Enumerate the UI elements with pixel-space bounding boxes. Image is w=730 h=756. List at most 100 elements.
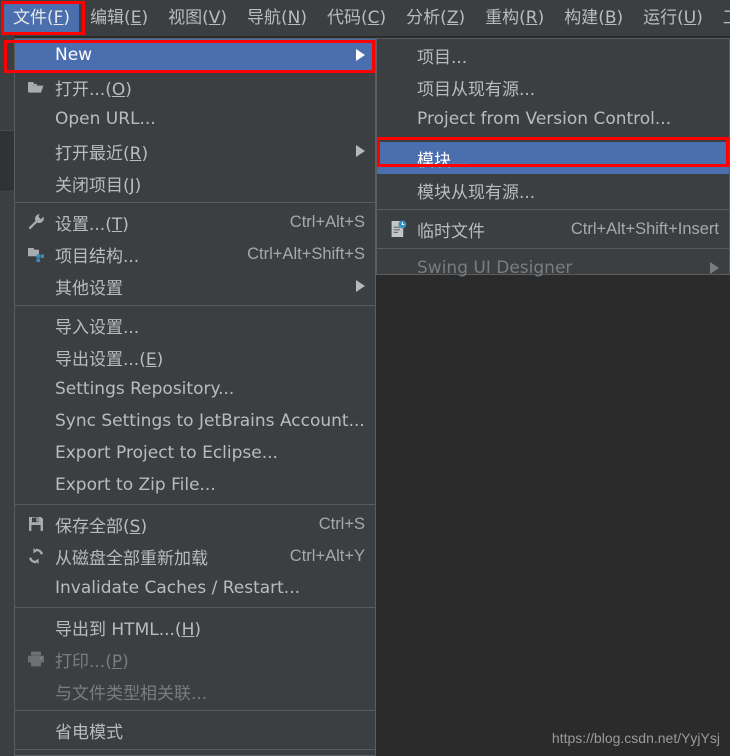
submenu-arrow-icon [356, 145, 365, 157]
menu-separator [15, 305, 375, 306]
menubar-item-4[interactable]: 代码(C) [318, 3, 395, 33]
no-icon [23, 616, 49, 638]
new-submenu-item-7[interactable]: 临时文件 Ctrl+Alt+Shift+Insert [377, 213, 729, 245]
new-submenu-item-1[interactable]: 项目从现有源... [377, 71, 729, 103]
file-menu-item-3[interactable]: 打开最近(R) [15, 135, 375, 167]
no-icon [385, 147, 411, 169]
menu-item-label: Invalidate Caches / Restart... [55, 578, 301, 598]
menu-item-label: New [55, 45, 93, 65]
file-menu-item-1[interactable]: 打开...(O) [15, 71, 375, 103]
menu-item-label: 设置...(T) [55, 214, 129, 235]
menubar-item-label: 视图(V) [168, 8, 228, 28]
menubar-item-label: 导航(N) [247, 8, 308, 28]
menubar-item-label: 分析(Z) [406, 8, 466, 28]
menu-item-label: 省电模式 [55, 722, 123, 743]
menu-item-label: Export to Zip File... [55, 475, 216, 495]
menu-item-shortcut: Ctrl+Alt+S [289, 212, 365, 231]
menu-item-label: 与文件类型相关联... [55, 683, 208, 704]
printer-icon [23, 648, 49, 670]
file-menu-item-6[interactable]: 设置...(T) Ctrl+Alt+S [15, 206, 375, 238]
no-icon [385, 257, 411, 279]
menubar-item-0[interactable]: 文件(F) [4, 3, 80, 33]
file-menu-item-22: 打印...(P) [15, 643, 375, 675]
toolwindow-tab-project[interactable] [0, 130, 14, 190]
menu-item-label: 模块... [417, 150, 468, 171]
file-menu-item-18[interactable]: 从磁盘全部重新加载 Ctrl+Alt+Y [15, 540, 375, 572]
menubar-item-label: 文件(F) [13, 8, 71, 28]
file-menu-item-13[interactable]: Sync Settings to JetBrains Account... [15, 405, 375, 437]
menu-item-label: 从磁盘全部重新加载 [55, 548, 208, 569]
menu-item-label: 临时文件 [417, 221, 485, 242]
submenu-arrow-icon [710, 262, 719, 274]
file-menu-item-25[interactable]: 省电模式 [15, 714, 375, 746]
file-menu-item-10[interactable]: 导入设置... [15, 309, 375, 341]
file-menu-item-21[interactable]: 导出到 HTML...(H) [15, 611, 375, 643]
menu-item-label: 导出设置...(E) [55, 349, 164, 370]
menu-separator [15, 607, 375, 608]
no-icon [385, 76, 411, 98]
menu-item-label: 其他设置 [55, 278, 123, 299]
menu-separator [15, 202, 375, 203]
menu-item-shortcut: Ctrl+Alt+Shift+Insert [570, 219, 719, 238]
no-icon [23, 108, 49, 130]
menu-item-label: Open URL... [55, 109, 156, 129]
new-submenu-item-9: Swing UI Designer [377, 252, 729, 284]
menu-separator [15, 749, 375, 750]
file-menu-item-17[interactable]: 保存全部(S) Ctrl+S [15, 508, 375, 540]
menu-item-label: 关闭项目(J) [55, 175, 142, 196]
no-icon [385, 108, 411, 130]
menubar-item-3[interactable]: 导航(N) [238, 3, 316, 33]
menu-item-label: Project from Version Control... [417, 109, 672, 129]
menu-item-label: 导入设置... [55, 317, 140, 338]
file-menu-item-11[interactable]: 导出设置...(E) [15, 341, 375, 373]
menu-item-label: Settings Repository... [55, 379, 235, 399]
new-submenu-item-0[interactable]: 项目... [377, 39, 729, 71]
menubar-item-label: 构建(B) [564, 8, 624, 28]
menu-item-shortcut: Ctrl+S [318, 514, 365, 533]
reload-icon [23, 545, 49, 567]
menubar-item-8[interactable]: 运行(U) [634, 3, 712, 33]
menu-item-label: 打印...(P) [55, 651, 129, 672]
watermark-text: https://blog.csdn.net/YyjYsj [551, 730, 720, 746]
menu-separator [15, 504, 375, 505]
menu-item-label: 项目结构... [55, 246, 140, 267]
file-menu-item-8[interactable]: 其他设置 [15, 270, 375, 302]
no-icon [23, 442, 49, 464]
menu-separator [377, 248, 729, 249]
save-icon [23, 513, 49, 535]
new-submenu-item-2[interactable]: Project from Version Control... [377, 103, 729, 135]
file-menu-item-2[interactable]: Open URL... [15, 103, 375, 135]
menu-item-label: Swing UI Designer [417, 258, 573, 278]
menubar-item-5[interactable]: 分析(Z) [397, 3, 474, 33]
no-icon [23, 346, 49, 368]
file-menu-item-19[interactable]: Invalidate Caches / Restart... [15, 572, 375, 604]
file-menu-item-14[interactable]: Export Project to Eclipse... [15, 437, 375, 469]
menu-item-label: 项目... [417, 47, 468, 68]
scratch-file-icon [385, 218, 411, 240]
new-submenu-item-4[interactable]: 模块... [377, 142, 729, 174]
file-menu-item-12[interactable]: Settings Repository... [15, 373, 375, 405]
menubar-item-9[interactable]: 工 [714, 3, 730, 33]
file-menu-item-15[interactable]: Export to Zip File... [15, 469, 375, 501]
new-submenu-item-5[interactable]: 模块从现有源... [377, 174, 729, 206]
menu-item-shortcut: Ctrl+Alt+Y [289, 546, 365, 565]
menubar-item-label: 重构(R) [485, 8, 545, 28]
menu-separator [15, 710, 375, 711]
menubar-item-2[interactable]: 视图(V) [159, 3, 236, 33]
file-menu-item-4[interactable]: 关闭项目(J) [15, 167, 375, 199]
menu-item-label: 打开最近(R) [55, 143, 149, 164]
new-submenu-popup: 项目... 项目从现有源... Project from Version Contr… [376, 38, 730, 278]
no-icon [23, 680, 49, 702]
submenu-arrow-icon [356, 49, 365, 61]
menubar-item-7[interactable]: 构建(B) [555, 3, 632, 33]
no-icon [23, 314, 49, 336]
project-structure-icon [23, 243, 49, 265]
menubar-item-1[interactable]: 编辑(E) [81, 3, 157, 33]
file-menu-item-7[interactable]: 项目结构... Ctrl+Alt+Shift+S [15, 238, 375, 270]
menubar-item-label: 运行(U) [643, 8, 703, 28]
menu-item-label: 打开...(O) [55, 79, 132, 100]
menubar-item-6[interactable]: 重构(R) [476, 3, 553, 33]
wrench-icon [23, 211, 49, 233]
file-menu-item-0[interactable]: New [15, 39, 375, 71]
menu-item-label: 保存全部(S) [55, 516, 148, 537]
